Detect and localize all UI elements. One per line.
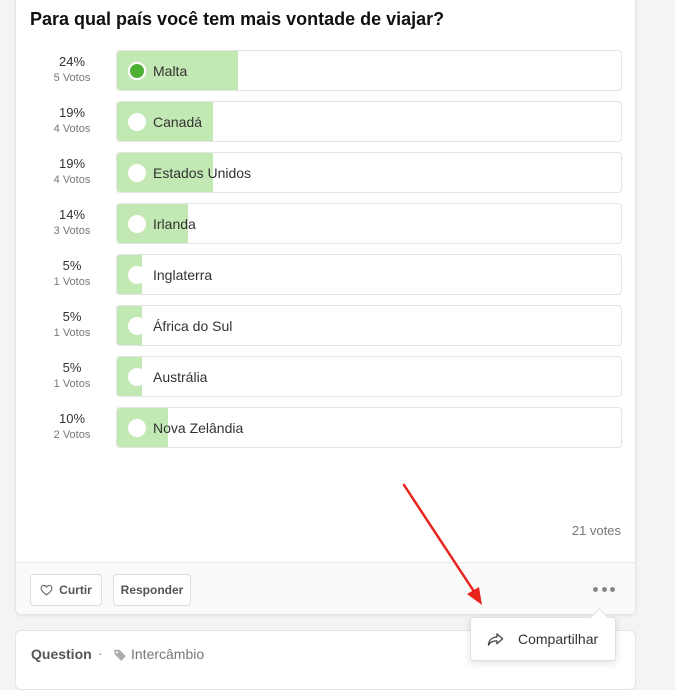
option-radio[interactable]: [128, 215, 146, 233]
poll-option: 5% 1 Votos Austrália: [16, 356, 637, 398]
option-label: Austrália: [153, 369, 208, 385]
poll-option: 5% 1 Votos África do Sul: [16, 305, 637, 347]
separator: ·: [98, 645, 103, 661]
option-bar[interactable]: Canadá: [116, 101, 622, 142]
poll-title: Para qual país você tem mais vontade de …: [30, 9, 445, 29]
option-percent: 5%: [62, 360, 82, 375]
like-label: Curtir: [59, 583, 92, 597]
like-button[interactable]: Curtir: [30, 574, 102, 606]
option-bar[interactable]: Austrália: [116, 356, 622, 397]
more-dots-icon[interactable]: [593, 584, 615, 594]
option-label: Malta: [153, 63, 188, 79]
option-votes: 1 Votos: [53, 326, 91, 339]
option-votes: 1 Votos: [53, 377, 91, 390]
option-bar[interactable]: Malta: [116, 50, 622, 91]
post-footer: Curtir Responder: [16, 562, 635, 614]
option-radio[interactable]: [128, 419, 146, 437]
option-stats: 5% 1 Votos: [36, 360, 108, 391]
option-stats: 24% 5 Votos: [36, 54, 108, 85]
poll-option: 5% 1 Votos Inglaterra: [16, 254, 637, 296]
option-stats: 10% 2 Votos: [36, 411, 108, 442]
option-radio[interactable]: [128, 317, 146, 335]
option-radio[interactable]: [128, 368, 146, 386]
option-radio[interactable]: [128, 113, 146, 131]
option-radio[interactable]: [128, 266, 146, 284]
option-votes: 3 Votos: [53, 224, 91, 237]
option-label: Estados Unidos: [153, 165, 252, 181]
option-votes: 2 Votos: [53, 428, 91, 441]
option-percent: 24%: [58, 54, 86, 69]
option-percent: 19%: [58, 156, 86, 171]
option-votes: 4 Votos: [53, 122, 91, 135]
share-menu-item[interactable]: Compartilhar: [471, 618, 615, 660]
option-label: Irlanda: [153, 216, 196, 232]
poll-option: 19% 4 Votos Estados Unidos: [16, 152, 637, 194]
option-stats: 19% 4 Votos: [36, 156, 108, 187]
poll-option: 19% 4 Votos Canadá: [16, 101, 637, 143]
option-stats: 5% 1 Votos: [36, 258, 108, 289]
option-votes: 5 Votos: [53, 71, 91, 84]
option-votes: 4 Votos: [53, 173, 91, 186]
option-stats: 19% 4 Votos: [36, 105, 108, 136]
total-votes: 21 votes: [571, 523, 621, 538]
option-bar[interactable]: África do Sul: [116, 305, 622, 346]
reply-button[interactable]: Responder: [113, 574, 191, 606]
share-icon: [487, 632, 504, 646]
poll-option: 14% 3 Votos Irlanda: [16, 203, 637, 245]
option-label: Canadá: [153, 114, 203, 130]
share-label: Compartilhar: [518, 631, 599, 647]
option-label: Inglaterra: [153, 267, 213, 283]
option-stats: 5% 1 Votos: [36, 309, 108, 340]
option-label: África do Sul: [153, 318, 233, 334]
option-percent: 14%: [58, 207, 86, 222]
option-percent: 5%: [62, 258, 82, 273]
option-bar[interactable]: Nova Zelândia: [116, 407, 622, 448]
post-tag-link[interactable]: Intercâmbio: [131, 646, 204, 662]
option-radio[interactable]: [128, 62, 146, 80]
option-label: Nova Zelândia: [153, 420, 244, 436]
option-stats: 14% 3 Votos: [36, 207, 108, 238]
option-votes: 1 Votos: [53, 275, 91, 288]
poll-option: 10% 2 Votos Nova Zelândia: [16, 407, 637, 449]
option-percent: 19%: [58, 105, 86, 120]
option-bar[interactable]: Inglaterra: [116, 254, 622, 295]
option-percent: 10%: [58, 411, 86, 426]
option-bar[interactable]: Irlanda: [116, 203, 622, 244]
tag-icon: [114, 649, 126, 661]
more-options-menu: Compartilhar: [470, 617, 616, 661]
poll-card: Para qual país você tem mais vontade de …: [15, 0, 636, 615]
heart-icon: [40, 584, 53, 596]
option-radio[interactable]: [128, 164, 146, 182]
option-bar[interactable]: Estados Unidos: [116, 152, 622, 193]
option-percent: 5%: [62, 309, 82, 324]
post-type-label: Question: [31, 646, 92, 662]
poll-option: 24% 5 Votos Malta: [16, 50, 637, 92]
